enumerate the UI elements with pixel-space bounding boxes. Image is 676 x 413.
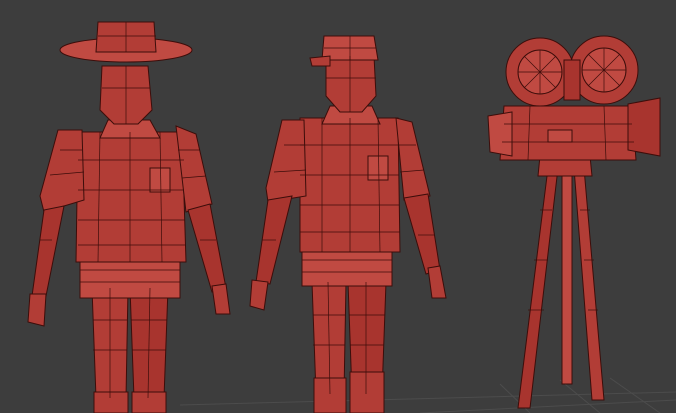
- film-camera[interactable]: [487, 35, 661, 409]
- cowboy-hat-figure[interactable]: [27, 21, 231, 413]
- cap-figure[interactable]: [249, 35, 447, 413]
- 3d-viewport[interactable]: [0, 0, 676, 413]
- viewport-canvas[interactable]: [0, 0, 676, 413]
